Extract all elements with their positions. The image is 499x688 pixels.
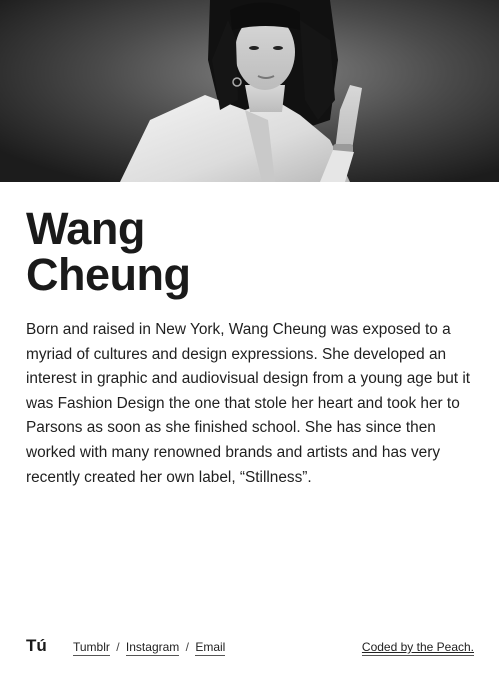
profile-name-line2: Cheung	[26, 249, 191, 300]
link-separator: /	[185, 640, 189, 654]
tumblr-link[interactable]: Tumblr	[73, 640, 110, 656]
social-links: Tumblr / Instagram / Email	[73, 640, 226, 656]
instagram-link[interactable]: Instagram	[125, 640, 180, 656]
link-separator: /	[116, 640, 120, 654]
profile-bio: Born and raised in New York, Wang Cheung…	[26, 321, 471, 486]
profile-name: Wang Cheung	[26, 206, 466, 298]
portrait-photo	[0, 0, 499, 182]
hero-portrait-image	[0, 0, 499, 182]
email-link[interactable]: Email	[195, 640, 226, 656]
profile-name-line1: Wang	[26, 203, 145, 254]
site-logo[interactable]: Tú	[26, 636, 47, 656]
footer: Tú Tumblr / Instagram / Email Coded by t…	[0, 636, 499, 660]
credit-link[interactable]: Coded by the Peach.	[361, 640, 474, 656]
